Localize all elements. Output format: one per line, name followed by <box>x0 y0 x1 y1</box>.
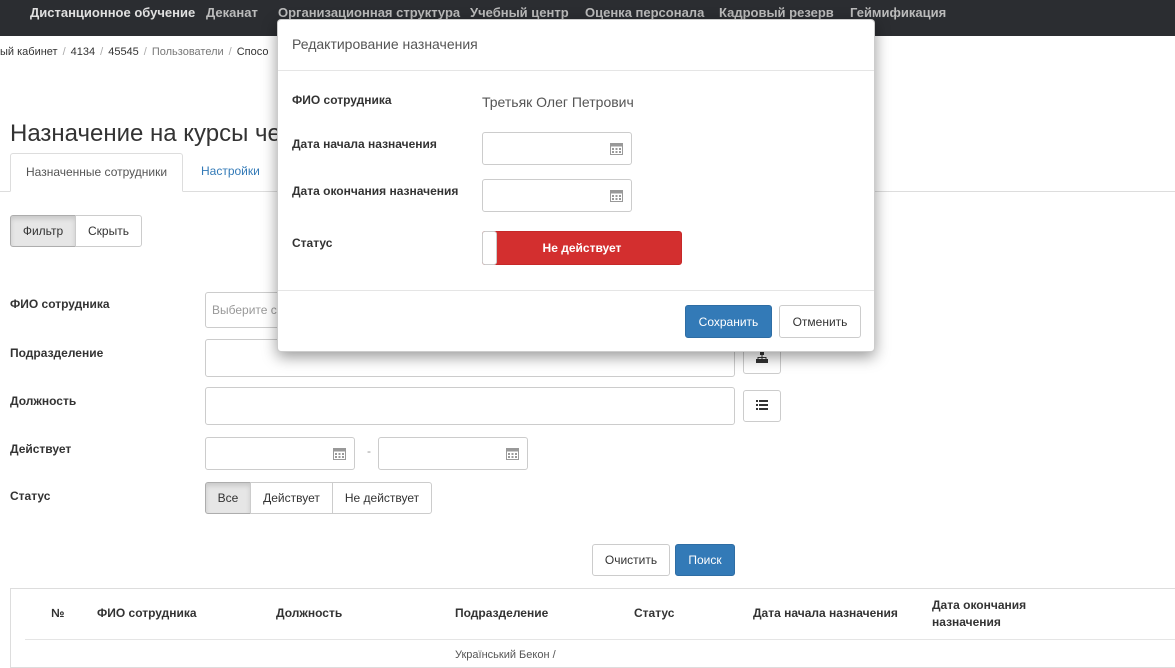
breadcrumb: ый кабинет/4134/45545/Пользователи / Спосо <box>0 46 269 58</box>
org-tree-icon <box>756 351 768 366</box>
calendar-icon[interactable] <box>610 189 623 202</box>
tab-assigned-employees[interactable]: Назначенные сотрудники <box>10 153 183 192</box>
search-button[interactable]: Поиск <box>675 544 735 576</box>
list-icon <box>756 399 768 413</box>
modal-title: Редактирование назначения <box>292 36 478 52</box>
position-filter-label: Должность <box>10 394 77 408</box>
nav-org-structure[interactable]: Организационная структура <box>278 5 460 20</box>
status-toggle-switch[interactable]: Не действует <box>482 231 682 265</box>
filter-button[interactable]: Фильтр <box>10 215 76 247</box>
col-header-division[interactable]: Подразделение <box>455 605 548 622</box>
modal-end-date-label: Дата окончания назначения <box>292 184 459 198</box>
employee-filter-input[interactable]: Выберите с <box>205 292 285 328</box>
edit-assignment-modal: Редактирование назначения ФИО сотрудника… <box>277 19 875 352</box>
tab-settings[interactable]: Настройки <box>186 153 275 192</box>
results-table: № ФИО сотрудника Должность Подразделение… <box>10 588 1175 668</box>
employee-filter-label: ФИО сотрудника <box>10 297 110 311</box>
modal-start-date-input[interactable] <box>482 132 632 165</box>
nav-dean-office[interactable]: Деканат <box>206 5 258 20</box>
nav-personnel-assessment[interactable]: Оценка персонала <box>585 5 704 20</box>
cancel-button[interactable]: Отменить <box>779 305 861 338</box>
col-header-employee[interactable]: ФИО сотрудника <box>97 605 197 622</box>
calendar-icon[interactable] <box>333 447 346 460</box>
nav-training-center[interactable]: Учебный центр <box>470 5 569 20</box>
nav-gamification[interactable]: Геймификация <box>850 5 946 20</box>
modal-employee-value: Третьяк Олег Петрович <box>482 94 634 110</box>
modal-start-date-label: Дата начала назначения <box>292 137 437 151</box>
col-header-number[interactable]: № <box>51 605 64 622</box>
nav-distance-learning[interactable]: Дистанционное обучение <box>30 5 195 20</box>
toggle-knob[interactable] <box>482 231 497 265</box>
table-header-divider <box>25 639 1175 640</box>
breadcrumb-item-4134[interactable]: 4134 <box>71 46 95 58</box>
status-inactive-button[interactable]: Не действует <box>332 482 432 514</box>
status-toggle-label: Не действует <box>542 241 622 255</box>
nav-talent-pool[interactable]: Кадровый резерв <box>719 5 834 20</box>
position-filter-input[interactable] <box>205 387 735 425</box>
breadcrumb-users[interactable]: Пользователи <box>152 46 224 58</box>
col-header-end-date[interactable]: Дата окончания назначения <box>932 597 1062 631</box>
modal-header-divider <box>278 70 874 71</box>
breadcrumb-item-45545[interactable]: 45545 <box>108 46 139 58</box>
employee-filter-placeholder: Выберите с <box>212 303 277 317</box>
position-list-button[interactable] <box>743 390 781 422</box>
modal-employee-label: ФИО сотрудника <box>292 93 392 107</box>
breadcrumb-cabinet[interactable]: ый кабинет <box>0 46 58 58</box>
active-from-date-input[interactable] <box>205 437 355 470</box>
calendar-icon[interactable] <box>610 142 623 155</box>
modal-status-label: Статус <box>292 236 333 250</box>
page-title: Назначение на курсы че <box>10 120 281 148</box>
save-button[interactable]: Сохранить <box>685 305 772 338</box>
breadcrumb-current: Спосо <box>236 46 269 58</box>
clear-button[interactable]: Очистить <box>592 544 670 576</box>
status-all-button[interactable]: Все <box>205 482 251 514</box>
division-filter-label: Подразделение <box>10 346 104 360</box>
active-to-date-input[interactable] <box>378 437 528 470</box>
date-range-separator: - <box>367 444 371 458</box>
col-header-position[interactable]: Должность <box>276 605 342 622</box>
hide-filter-button[interactable]: Скрыть <box>75 215 142 247</box>
modal-footer-divider <box>278 290 874 291</box>
status-filter-label: Статус <box>10 489 51 503</box>
calendar-icon[interactable] <box>506 447 519 460</box>
status-active-button[interactable]: Действует <box>250 482 333 514</box>
col-header-status[interactable]: Статус <box>634 605 674 622</box>
modal-end-date-input[interactable] <box>482 179 632 212</box>
table-cell-division: Український Бекон / <box>455 649 556 661</box>
active-period-label: Действует <box>10 442 72 456</box>
col-header-start-date[interactable]: Дата начала назначения <box>753 605 898 622</box>
